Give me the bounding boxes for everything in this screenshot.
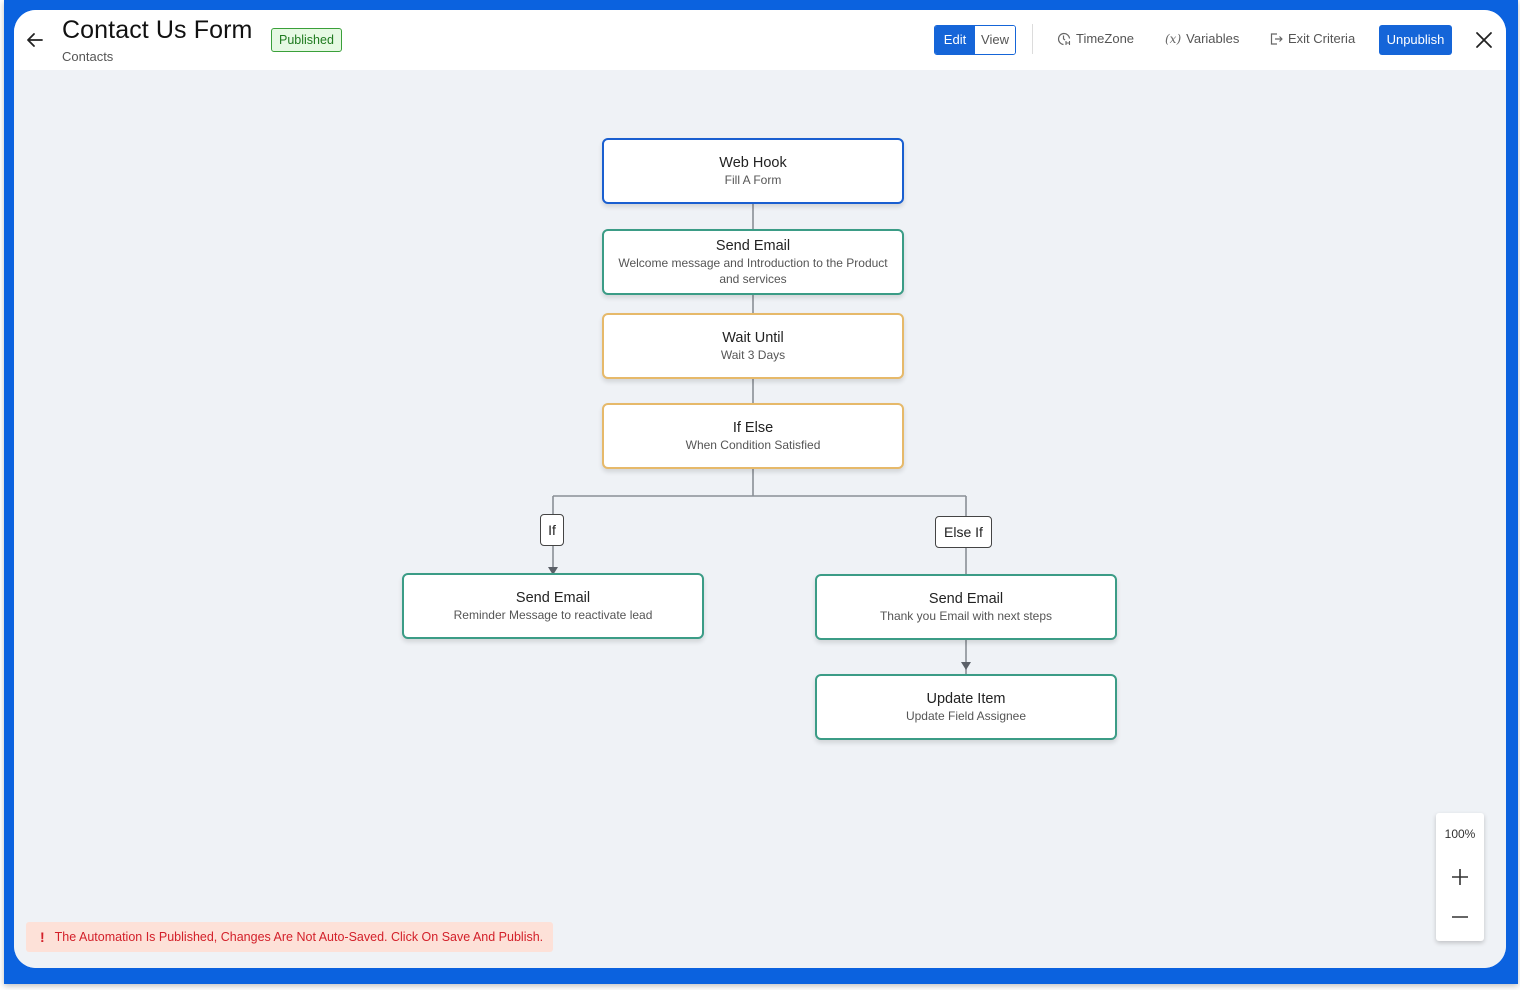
warning-message: The Automation Is Published, Changes Are… xyxy=(54,930,544,944)
zoom-control: 100% xyxy=(1436,813,1484,941)
node-title: Send Email xyxy=(515,590,591,606)
zoom-level: 100% xyxy=(1444,827,1476,841)
close-button[interactable] xyxy=(1474,30,1494,50)
node-subtitle: Wait 3 Days xyxy=(720,348,786,362)
arrow-left-icon xyxy=(27,33,43,47)
flow-node-if-else[interactable]: If Else When Condition Satisfied xyxy=(602,403,904,469)
node-subtitle: Update Field Assignee xyxy=(905,709,1027,723)
node-title: Web Hook xyxy=(719,155,787,171)
exit-criteria-label: Exit Criteria xyxy=(1288,31,1356,46)
variable-x-icon: (x) xyxy=(1165,31,1182,46)
branch-label-if[interactable]: If xyxy=(540,514,564,546)
minus-icon xyxy=(1452,916,1468,918)
flow-connectors xyxy=(548,204,971,675)
flow-node-wait-until[interactable]: Wait Until Wait 3 Days xyxy=(602,313,904,379)
plus-icon xyxy=(1452,869,1468,885)
unpublish-button[interactable]: Unpublish xyxy=(1379,25,1452,55)
branch-label-else-if[interactable]: Else If xyxy=(935,516,992,548)
node-title: Send Email xyxy=(715,238,791,254)
node-subtitle: When Condition Satisfied xyxy=(685,438,821,452)
variables-label: Variables xyxy=(1186,31,1240,46)
variables-button[interactable]: (x) Variables xyxy=(1165,31,1239,46)
page-subtitle: Contacts xyxy=(62,49,114,64)
close-icon xyxy=(1476,32,1492,48)
header: Contact Us Form Contacts Published Edit … xyxy=(14,10,1506,70)
timezone-button[interactable]: TimeZone xyxy=(1057,31,1134,46)
exit-criteria-button[interactable]: Exit Criteria xyxy=(1269,31,1355,46)
flow-node-send-email-welcome[interactable]: Send Email Welcome message and Introduct… xyxy=(602,229,904,295)
toolbar-divider xyxy=(1032,24,1033,54)
arrowhead-update-item xyxy=(961,662,971,670)
node-title: Wait Until xyxy=(722,330,784,346)
mode-toggle: Edit View xyxy=(934,25,1016,55)
node-subtitle: Welcome message and Introduction to the … xyxy=(618,256,888,286)
published-warning-banner: ! The Automation Is Published, Changes A… xyxy=(26,922,554,952)
flow-node-update-item[interactable]: Update Item Update Field Assignee xyxy=(815,674,1117,740)
view-mode-button[interactable]: View xyxy=(975,26,1015,54)
flow-node-webhook[interactable]: Web Hook Fill A Form xyxy=(602,138,904,204)
zoom-out-button[interactable] xyxy=(1448,905,1472,929)
node-subtitle: Fill A Form xyxy=(724,173,782,187)
timezone-clock-icon xyxy=(1057,32,1071,45)
flow-node-send-email-thankyou[interactable]: Send Email Thank you Email with next ste… xyxy=(815,574,1117,640)
edit-mode-button[interactable]: Edit xyxy=(935,26,975,54)
warning-exclamation-icon: ! xyxy=(40,929,45,945)
node-title: If Else xyxy=(732,420,774,436)
node-subtitle: Reminder Message to reactivate lead xyxy=(453,608,653,622)
page-title: Contact Us Form xyxy=(62,16,253,44)
flow-canvas[interactable]: Web Hook Fill A Form Send Email Welcome … xyxy=(14,70,1506,968)
node-subtitle: Thank you Email with next steps xyxy=(879,609,1053,623)
status-badge: Published xyxy=(271,28,342,52)
automation-editor-window: Contact Us Form Contacts Published Edit … xyxy=(14,10,1506,968)
exit-door-icon xyxy=(1270,32,1283,45)
timezone-label: TimeZone xyxy=(1076,31,1135,46)
zoom-in-button[interactable] xyxy=(1448,865,1472,889)
node-title: Send Email xyxy=(928,591,1004,607)
flow-node-send-email-reminder[interactable]: Send Email Reminder Message to reactivat… xyxy=(402,573,704,639)
back-button[interactable] xyxy=(24,28,46,52)
node-title: Update Item xyxy=(926,691,1006,707)
